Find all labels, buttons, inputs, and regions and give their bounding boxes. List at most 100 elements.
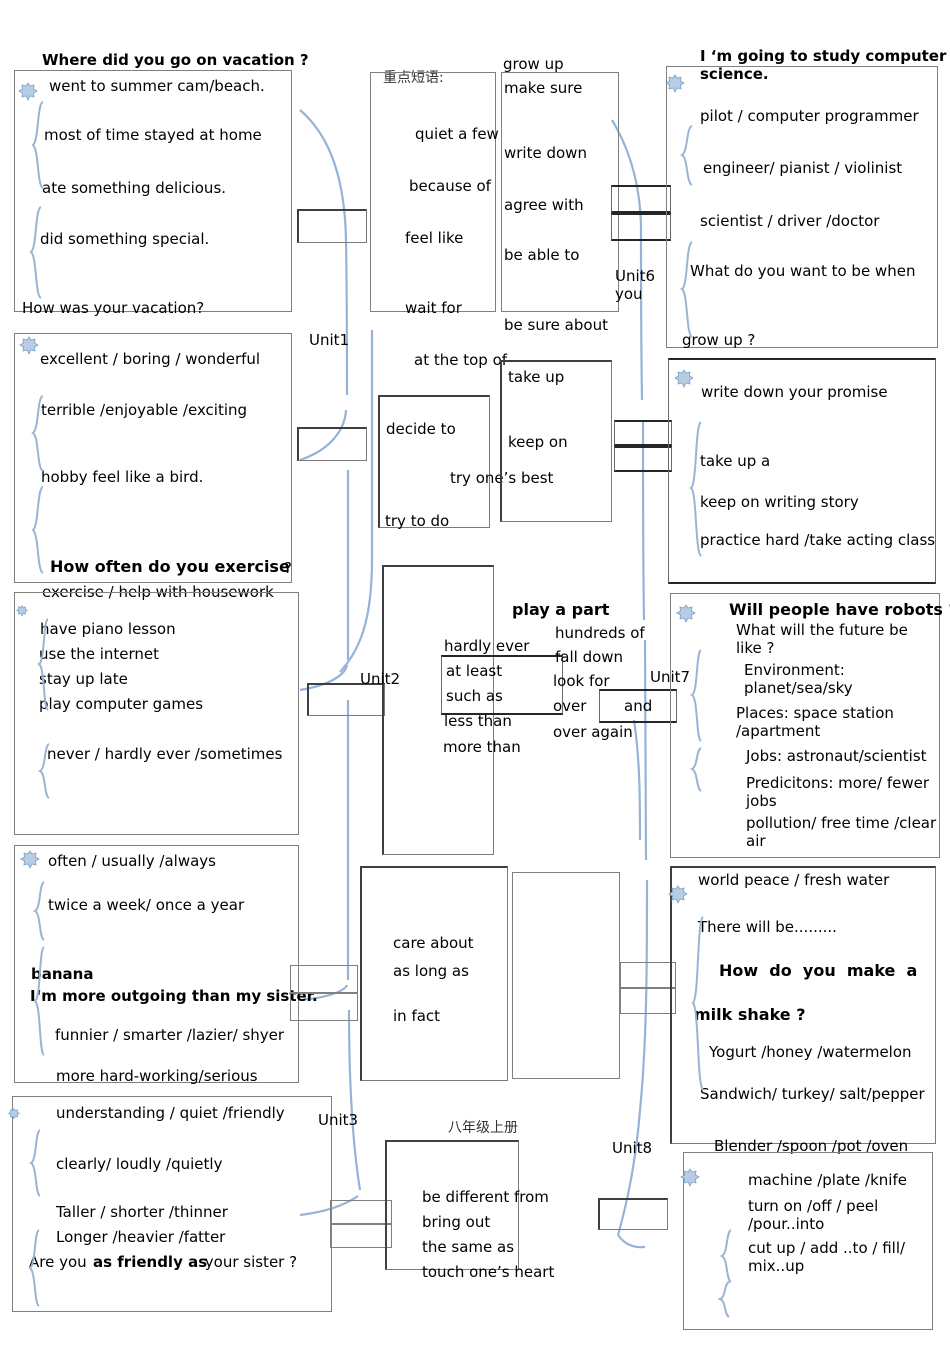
connector-box-unit3-top[interactable] [290, 965, 358, 993]
mid1-line-2: feel like [405, 229, 464, 247]
connector-box-unit6-b[interactable] [611, 213, 671, 241]
brace-icon [689, 421, 702, 557]
connector-box-unit6-c[interactable] [614, 420, 672, 446]
right-future-line-1: engineer/ pianist / violinist [703, 159, 903, 177]
mid8-line-2: the same as [422, 1238, 515, 1256]
left-vacation-line-4: How was your vacation? [22, 299, 205, 317]
right-robots-line-3: Jobs: astronaut/scientist [746, 747, 927, 765]
mid1-line-0: quiet a few [415, 125, 499, 143]
star-icon-small [8, 1108, 20, 1120]
right-milk-line-4: Yogurt /honey /watermelon [709, 1043, 912, 1061]
brace-icon [38, 743, 50, 799]
connector-box-unit6-d[interactable] [614, 446, 672, 472]
left-freq-line-5: more hard-working/serious [56, 1067, 258, 1085]
connector-and-label: and [624, 697, 653, 715]
left-box-frequency[interactable] [14, 845, 299, 1083]
right-milk-line-0: world peace / fresh water [698, 871, 890, 889]
brace-icon [679, 125, 693, 186]
star-icon [676, 604, 696, 623]
unit-label-unit3: Unit3 [318, 1111, 359, 1129]
left-box-vacation-heading: Where did you go on vacation ? [42, 51, 309, 69]
unit-label-unit8: Unit8 [612, 1139, 653, 1157]
brace-icon [691, 916, 704, 1091]
brace-icon [33, 946, 45, 1056]
right-prom-line-3: practice hard /take acting class [700, 531, 936, 549]
mid8-line-0: be different from [422, 1188, 549, 1206]
left-box-adjectives[interactable] [14, 333, 292, 583]
right-robots-line-2: Places: space station /apartment [736, 704, 894, 740]
star-icon [19, 336, 39, 355]
connector-box-unit3-mid[interactable] [290, 993, 358, 1021]
star-icon [668, 885, 688, 904]
mid8-line-3: touch one’s heart [422, 1263, 555, 1281]
mid5-line-3: less than [444, 712, 512, 730]
connector-box-unit8-c[interactable] [598, 1198, 668, 1230]
connector-box-unit6-a[interactable] [611, 185, 671, 213]
left-freq-line-1: twice a week/ once a year [48, 896, 245, 914]
mindmap-canvas: Where did you go on vacation ? went to s… [0, 0, 950, 1345]
left-act-line-2: stay up late [39, 670, 128, 688]
mid5-line-2: such as [446, 687, 503, 705]
right-future-line-0: pilot / computer programmer [700, 107, 919, 125]
mid1-line-1: because of [409, 177, 491, 195]
mid7-line-1: as long as [393, 962, 469, 980]
connector-box-unit8-a[interactable] [620, 962, 676, 988]
brace-icon [680, 241, 693, 338]
right-prom-line-2: keep on writing story [700, 493, 859, 511]
unit-label-unit6: Unit6 you [615, 267, 656, 303]
mid7-line-0: care about [393, 934, 474, 952]
brace-icon [29, 1129, 41, 1197]
brace-icon [31, 395, 44, 472]
left-vacation-line-2: ate something delicious. [42, 179, 227, 197]
right-cook-line-0: machine /plate /knife [748, 1171, 907, 1189]
mid6-line-2: fall down [555, 648, 624, 666]
left-vacation-line-3: did something special. [40, 230, 210, 248]
mid6-line-3: look for [553, 672, 610, 690]
right-milk-line-5: Sandwich/ turkey/ salt/pepper [700, 1085, 925, 1103]
connector-box-unit8-b[interactable] [620, 988, 676, 1014]
mid-box-empty-lower[interactable] [512, 872, 620, 1079]
mid3-line-0: at the top of [414, 351, 508, 369]
right-robots-line-5: pollution/ free time /clear air [746, 814, 937, 850]
star-icon [665, 74, 685, 93]
mid2-line-4: be able to [504, 246, 580, 264]
left-adj-qmark: ? [284, 559, 292, 577]
left-adj-line-1: terrible /enjoyable /exciting [41, 401, 248, 419]
brace-icon [29, 206, 42, 299]
left-act-line-3: play computer games [39, 695, 204, 713]
connector-box-unit1-bottom[interactable] [297, 427, 367, 461]
right-cook-line-1: turn on /off / peel /pour..into [748, 1197, 879, 1233]
connector-box-unit3-bottom[interactable] [330, 1200, 392, 1224]
right-cook-line-2: cut up / add ..to / fill/ mix..up [748, 1239, 906, 1275]
connector-box-unit1-top[interactable] [297, 209, 367, 243]
mid4-line-0: take up [508, 368, 565, 386]
mid5-line-4: more than [443, 738, 521, 756]
brace-icon [37, 618, 49, 711]
brace-icon [718, 1281, 730, 1318]
mid-box-phrases-2[interactable] [501, 72, 619, 312]
mid2-line-0: grow up [503, 55, 564, 73]
left-adj-heading: How often do you exercise [50, 557, 290, 576]
mid4-line-1: keep on [508, 433, 568, 451]
left-comp-line-5: as friendly as [93, 1253, 208, 1271]
mid3-line-3: try to do [385, 512, 450, 530]
left-act-line-1: use the internet [39, 645, 160, 663]
brace-icon [690, 649, 702, 742]
left-adj-line-2: hobby feel like a bird. [41, 468, 204, 486]
left-comp-line-0: understanding / quiet /friendly [56, 1104, 285, 1122]
left-comp-line-1: clearly/ loudly /quietly [56, 1155, 223, 1173]
left-freq-line-4: funnier / smarter /lazier/ shyer [55, 1026, 285, 1044]
right-milk-line-2: How do you make a [719, 961, 918, 980]
left-freq-line-3: I‘m more outgoing than my sister. [30, 987, 318, 1005]
mid6-line-5: over again [553, 723, 633, 741]
star-icon [20, 850, 40, 869]
mid2-line-2: write down [504, 144, 587, 162]
right-prom-line-0: write down your promise [701, 383, 888, 401]
connector-box-unit3-bottom2[interactable] [330, 1224, 392, 1248]
mid2-line-1: make sure [504, 79, 583, 97]
mid-box-phrases-3[interactable] [378, 395, 490, 528]
unit-label-unit2: Unit2 [360, 670, 401, 688]
mid6-line-1: hundreds of [555, 624, 645, 642]
right-prom-line-1: take up a [700, 452, 771, 470]
star-icon [674, 369, 694, 388]
